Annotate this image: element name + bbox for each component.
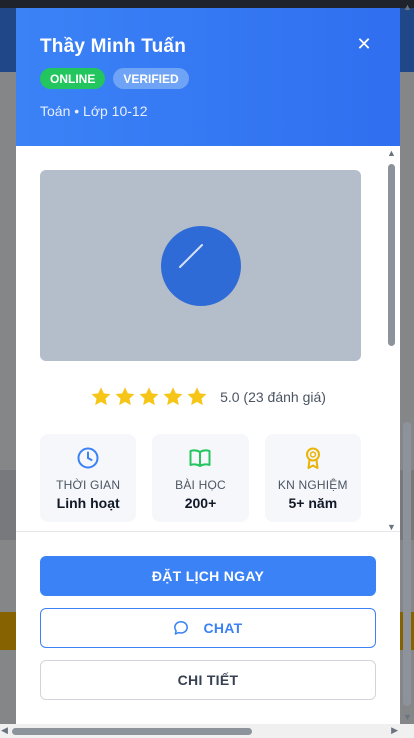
clock-icon <box>77 447 99 469</box>
subject-grade-line: Toán • Lớp 10-12 <box>40 103 148 119</box>
scroll-up-icon[interactable]: ▲ <box>387 148 396 158</box>
book-now-button[interactable]: ĐẶT LỊCH NGAY <box>40 556 376 596</box>
rating-stars <box>90 386 208 408</box>
drawer-scrollbar[interactable]: ▲ ▼ <box>385 148 397 532</box>
stats-row: THỜI GIAN Linh hoạt BÀI HỌC 200+ KN NGHI… <box>40 434 361 522</box>
stat-value: Linh hoạt <box>56 495 120 511</box>
chat-bubble-icon <box>174 621 189 635</box>
stat-card-lessons: BÀI HỌC 200+ <box>152 434 249 522</box>
tutor-name: Thầy Minh Tuấn <box>40 36 186 57</box>
tutor-media[interactable] <box>40 170 361 361</box>
star-icon <box>187 387 207 406</box>
page-horizontal-thumb[interactable] <box>12 728 252 735</box>
star-icon <box>163 387 183 406</box>
stat-value: 5+ năm <box>288 495 338 511</box>
scrollbar-corner <box>400 724 414 738</box>
chat-button-label: CHAT <box>203 620 243 636</box>
star-icon <box>91 387 111 406</box>
chat-button[interactable]: CHAT <box>40 608 376 648</box>
play-button[interactable] <box>161 226 241 306</box>
page-scroll-right-icon[interactable]: ▶ <box>391 725 398 736</box>
stat-card-time: THỜI GIAN Linh hoạt <box>40 434 137 522</box>
close-button[interactable]: ✕ <box>354 34 374 54</box>
scrollbar-thumb[interactable] <box>388 164 395 346</box>
page-scroll-down-icon[interactable]: ▼ <box>403 712 412 722</box>
stat-label: KN NGHIỆM <box>277 478 348 492</box>
play-icon <box>179 244 203 268</box>
badge-row: ONLINE VERIFIED <box>40 68 376 89</box>
stat-card-experience: KN NGHIỆM 5+ năm <box>264 434 361 522</box>
page-scroll-left-icon[interactable]: ◀ <box>1 725 8 736</box>
award-icon <box>305 447 320 469</box>
stat-label: THỜI GIAN <box>56 478 121 492</box>
footer-divider <box>16 531 400 532</box>
book-icon <box>189 449 211 467</box>
details-button[interactable]: CHI TIẾT <box>40 660 376 700</box>
rating-text: 5.0 (23 đánh giá) <box>220 389 326 405</box>
close-icon: ✕ <box>356 33 372 54</box>
page-horizontal-scrollbar[interactable]: ◀ ▶ <box>0 724 400 738</box>
drawer-header: Thầy Minh Tuấn ✕ ONLINE VERIFIED Toán • … <box>16 8 400 146</box>
stat-value: 200+ <box>184 495 217 511</box>
page-vertical-scrollbar[interactable]: ▲ ▼ <box>400 0 414 724</box>
rating-row: 5.0 (23 đánh giá) <box>16 384 400 410</box>
action-buttons: ĐẶT LỊCH NGAY CHAT CHI TIẾT <box>40 556 376 712</box>
page-scroll-up-icon[interactable]: ▲ <box>403 2 412 12</box>
drawer-body[interactable]: 5.0 (23 đánh giá) THỜI GIAN Linh hoạt BÀ… <box>16 146 400 532</box>
stat-label: BÀI HỌC <box>175 478 226 492</box>
verified-badge: VERIFIED <box>113 68 189 89</box>
tutor-detail-drawer: Thầy Minh Tuấn ✕ ONLINE VERIFIED Toán • … <box>16 8 400 724</box>
online-badge: ONLINE <box>40 68 106 89</box>
star-icon <box>139 387 159 406</box>
star-icon <box>115 387 135 406</box>
page-vertical-thumb[interactable] <box>403 422 411 706</box>
